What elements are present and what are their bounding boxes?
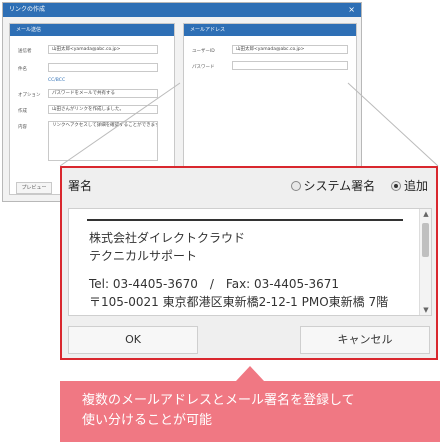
radio-add-signature[interactable]: 追加 bbox=[390, 179, 428, 193]
field-label: パスワード bbox=[192, 65, 215, 70]
panel-title-text: メールアドレス bbox=[190, 27, 226, 33]
sender-select[interactable]: 山田太郎<yamada@abc.co.jp> bbox=[48, 45, 158, 54]
radio-system-signature[interactable]: システム署名 bbox=[290, 179, 379, 193]
user-id-input[interactable]: 山田太郎<yamada@abc.co.jp> bbox=[232, 45, 348, 54]
signature-type-radio-group: システム署名 追加 bbox=[279, 177, 428, 194]
scroll-down-arrow-icon[interactable]: ▼ bbox=[420, 305, 432, 315]
callout-line: 複数のメールアドレスとメール署名を登録して bbox=[82, 393, 355, 408]
option-select[interactable]: パスワードをメールで共有する bbox=[48, 89, 158, 98]
scroll-thumb[interactable] bbox=[422, 223, 429, 257]
field-label: 内容 bbox=[18, 125, 27, 130]
signature-label: 署名 bbox=[68, 179, 93, 193]
radio-button-selected-icon[interactable] bbox=[390, 181, 401, 191]
signature-line: 〒105-0021 東京都港区東新橋2-12-1 PMO東新橋 7階 bbox=[89, 295, 389, 309]
field-label: 作成 bbox=[18, 109, 27, 114]
signature-dialog: 署名 システム署名 追加 株式会社ダイレクトクラウド テクニカルサポート Tel… bbox=[60, 166, 438, 360]
window-titlebar: リンクの作成 × bbox=[3, 3, 361, 17]
signature-line: 株式会社ダイレクトクラウド bbox=[89, 231, 246, 245]
cc-bcc-link[interactable]: CC/BCC bbox=[48, 78, 65, 83]
feature-callout: 複数のメールアドレスとメール署名を登録して 使い分けることが可能 bbox=[60, 381, 440, 442]
signature-textarea[interactable]: 株式会社ダイレクトクラウド テクニカルサポート Tel: 03-4405-367… bbox=[68, 208, 432, 316]
cancel-button[interactable]: キャンセル bbox=[300, 326, 430, 354]
ok-button[interactable]: OK bbox=[68, 326, 198, 354]
panel-title: メールアドレス bbox=[184, 24, 356, 36]
field-label: ユーザーID bbox=[192, 49, 215, 54]
panel-title: メール送信 bbox=[10, 24, 174, 36]
field-label: 送信者 bbox=[18, 49, 32, 54]
preview-button[interactable]: プレビュー bbox=[16, 182, 52, 194]
body-textarea[interactable]: リンクへアクセスして詳細を確認することができます。 bbox=[48, 121, 158, 161]
window-title: リンクの作成 bbox=[9, 6, 46, 13]
close-icon[interactable]: × bbox=[348, 3, 355, 17]
callout-line: 使い分けることが可能 bbox=[82, 413, 213, 428]
creator-input[interactable]: 山田さんがリンクを作成しました。 bbox=[48, 105, 158, 114]
signature-line: テクニカルサポート bbox=[89, 249, 198, 263]
subject-input[interactable] bbox=[48, 63, 158, 72]
dialog-header: 署名 システム署名 追加 bbox=[62, 168, 436, 200]
signature-line: Tel: 03-4405-3670 / Fax: 03-4405-3671 bbox=[89, 277, 340, 291]
vertical-scrollbar[interactable]: ▲ ▼ bbox=[419, 209, 431, 315]
radio-label: 追加 bbox=[403, 179, 428, 193]
panel-title-text: メール送信 bbox=[16, 27, 42, 33]
radio-button-icon[interactable] bbox=[290, 181, 301, 191]
password-input[interactable] bbox=[232, 61, 348, 70]
signature-divider bbox=[87, 219, 403, 221]
radio-label: システム署名 bbox=[303, 179, 376, 193]
field-label: 件名 bbox=[18, 67, 27, 72]
scroll-up-arrow-icon[interactable]: ▲ bbox=[420, 209, 432, 219]
dialog-body: 株式会社ダイレクトクラウド テクニカルサポート Tel: 03-4405-367… bbox=[62, 200, 436, 358]
field-label: オプション bbox=[18, 93, 41, 98]
